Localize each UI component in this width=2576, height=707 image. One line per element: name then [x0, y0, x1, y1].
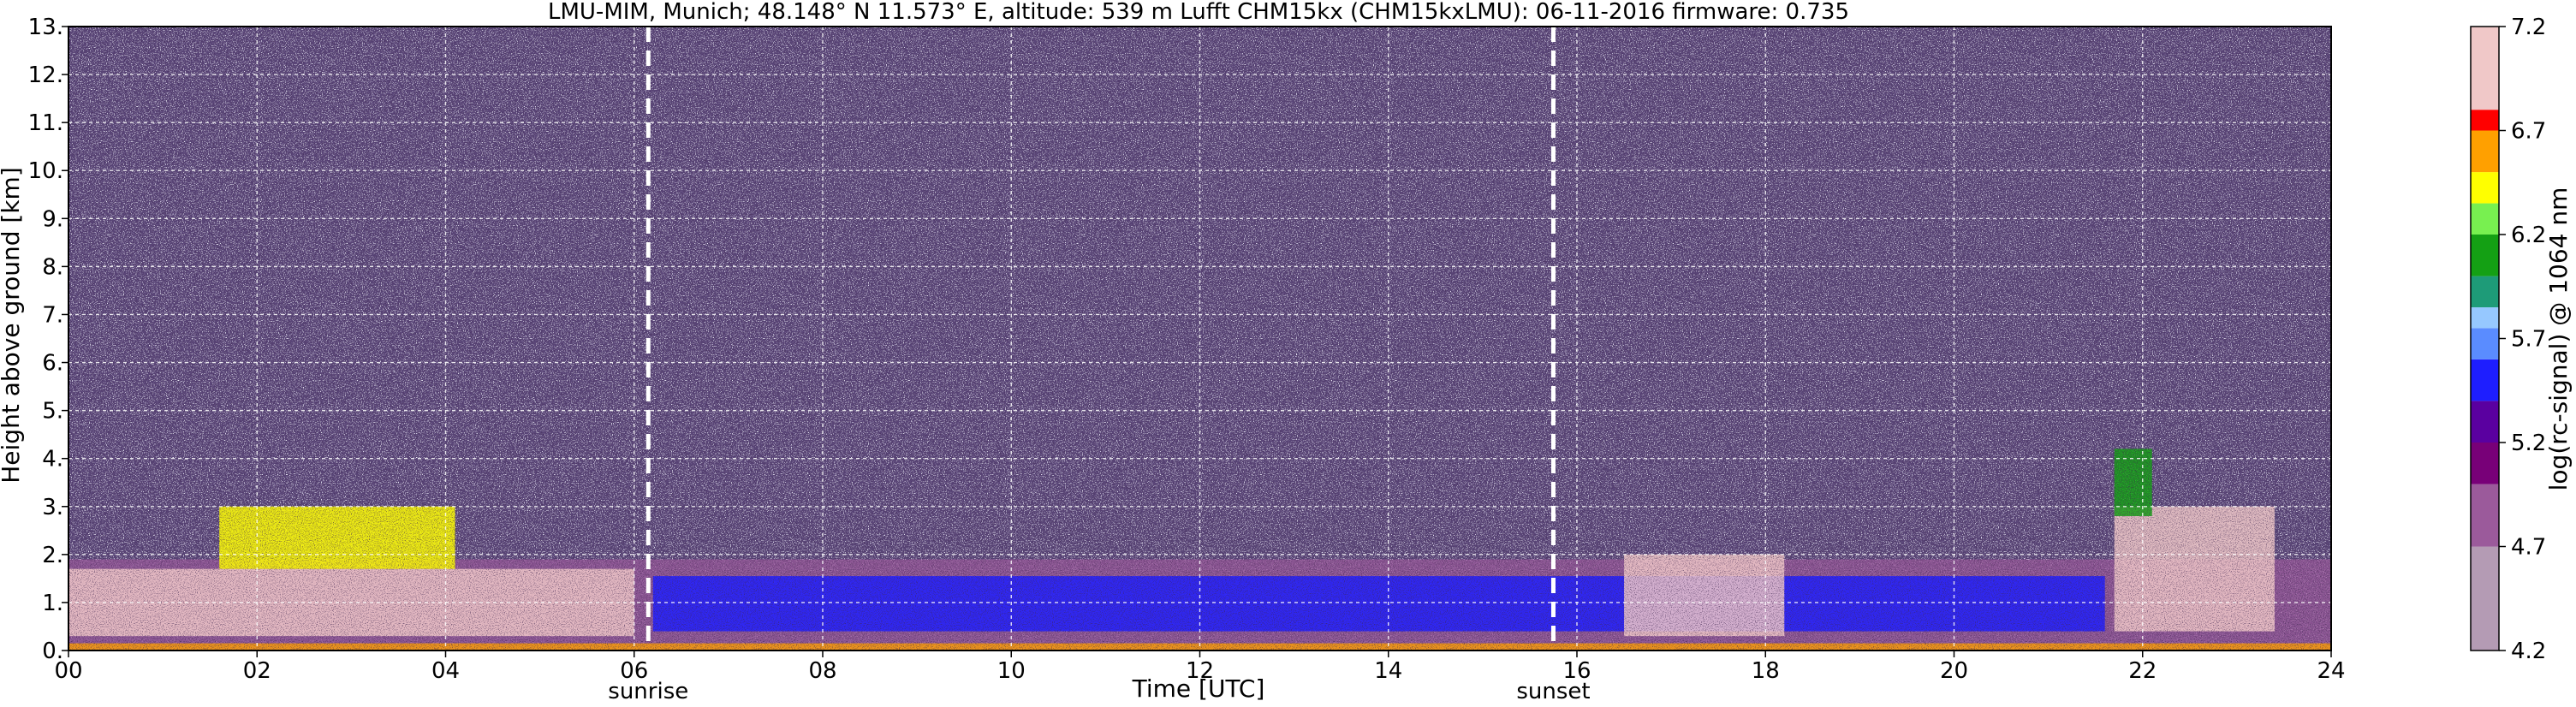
y-tick-label: 11. — [28, 110, 63, 136]
x-tick-label: 10 — [997, 658, 1026, 684]
ceilometer-chart: LMU-MIM, Munich; 48.148° N 11.573° E, al… — [0, 0, 2576, 707]
colorbar-segment — [2471, 546, 2499, 651]
y-tick-label: 6. — [42, 351, 63, 377]
y-tick-label: 1. — [42, 591, 63, 616]
y-tick-label: 9. — [42, 206, 63, 232]
sunrise-label: sunrise — [608, 679, 688, 704]
colorbar-segment — [2471, 27, 2499, 110]
colorbar-segment — [2471, 443, 2499, 484]
colorbar-tick-label: 5.7 — [2511, 327, 2546, 353]
x-tick-label: 22 — [2128, 658, 2157, 684]
x-tick-label: 14 — [1374, 658, 1402, 684]
x-tick-label: 24 — [2317, 658, 2345, 684]
colorbar-segment — [2471, 359, 2499, 401]
y-axis: 0. 1. 2. 3. 4. 5. 6. 7. 8. 9. 10. 11. 12. 13. — [28, 15, 68, 664]
x-tick-label: 18 — [1752, 658, 1780, 684]
colorbar-tick-label: 4.2 — [2511, 639, 2546, 664]
colorbar-segment — [2471, 172, 2499, 204]
chart-title: LMU-MIM, Munich; 48.148° N 11.573° E, al… — [548, 0, 1849, 25]
plot-area — [68, 27, 2331, 651]
colorbar-segment — [2471, 484, 2499, 547]
x-tick-label: 08 — [808, 658, 836, 684]
y-tick-label: 12. — [28, 62, 63, 88]
colorbar-segment — [2471, 130, 2499, 173]
y-tick-label: 5. — [42, 399, 63, 425]
x-axis-label: Time [UTC] — [1132, 674, 1265, 703]
x-tick-label: 20 — [1940, 658, 1968, 684]
y-tick-label: 2. — [42, 543, 63, 568]
colorbar-tick-label: 6.2 — [2511, 223, 2546, 248]
colorbar-tick-label: 5.2 — [2511, 431, 2546, 456]
x-tick-label: 02 — [243, 658, 271, 684]
y-tick-label: 13. — [28, 15, 63, 40]
chart-svg: LMU-MIM, Munich; 48.148° N 11.573° E, al… — [0, 0, 2573, 704]
colorbar-segment — [2471, 401, 2499, 443]
colorbar: 4.2 4.7 5.2 5.7 6.2 6.7 7.2 — [2470, 15, 2546, 664]
y-tick-label: 7. — [42, 302, 63, 328]
y-tick-label: 10. — [28, 158, 63, 184]
colorbar-tick-label: 7.2 — [2511, 15, 2546, 40]
colorbar-segment — [2471, 276, 2499, 308]
colorbar-tick-label: 4.7 — [2511, 535, 2546, 561]
colorbar-segment — [2471, 307, 2499, 329]
y-axis-label: Height above ground [km] — [0, 167, 25, 484]
colorbar-label: log(rc-signal) @ 1064 nm — [2544, 187, 2573, 491]
y-tick-label: 8. — [42, 254, 63, 280]
x-tick-label: 04 — [431, 658, 460, 684]
colorbar-segment — [2471, 328, 2499, 359]
y-tick-label: 4. — [42, 447, 63, 472]
y-tick-label: 3. — [42, 495, 63, 520]
y-tick-label: 0. — [42, 639, 63, 664]
sunset-label: sunset — [1516, 679, 1590, 704]
colorbar-tick-label: 6.7 — [2511, 119, 2546, 145]
colorbar-segment — [2471, 235, 2499, 276]
colorbar-segment — [2471, 110, 2499, 131]
colorbar-segment — [2471, 203, 2499, 235]
